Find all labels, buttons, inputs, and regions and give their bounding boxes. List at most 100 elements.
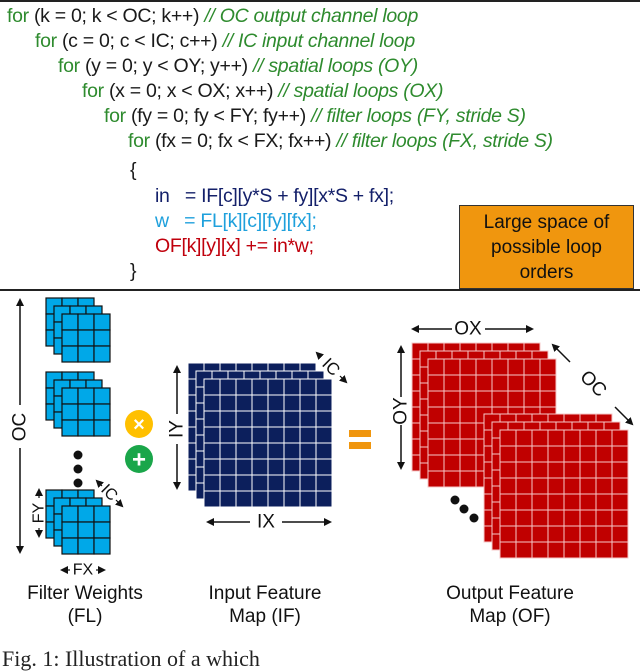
grid-cell (539, 358, 557, 376)
grid-cell (547, 461, 565, 479)
grid-cell (611, 461, 629, 479)
grid-cell (219, 378, 237, 396)
grid-cell (515, 477, 533, 495)
grid-cell (459, 438, 477, 456)
grid-cell (595, 461, 613, 479)
grid-cell (219, 442, 237, 460)
ix-dimension-arrow: IX (206, 512, 332, 533)
oy-label: OY (391, 397, 412, 425)
grid-cell (595, 429, 613, 447)
grid-layer (61, 505, 111, 555)
oc-dimension-arrow: OC (10, 298, 31, 554)
grid-cell (459, 374, 477, 392)
grid-cell (299, 474, 317, 492)
grid-cell (579, 445, 597, 463)
ix-label: IX (257, 512, 275, 533)
grid-cell (443, 422, 461, 440)
oy-dimension-arrow: OY (391, 345, 412, 470)
grid-cell (219, 426, 237, 444)
fx-dimension-arrow: FX (60, 562, 106, 579)
grid-cell (531, 445, 549, 463)
grid-cell (427, 406, 445, 424)
grid-cell (299, 442, 317, 460)
grid-cell (315, 426, 333, 444)
fx-label: FX (73, 562, 94, 579)
grid-cell (283, 378, 301, 396)
grid-cell (235, 490, 253, 508)
grid-cell (219, 490, 237, 508)
grid-cell (563, 477, 581, 495)
grid-cell (219, 394, 237, 412)
grid-cell (443, 438, 461, 456)
grid-cell (579, 429, 597, 447)
grid-cell (531, 509, 549, 527)
grid-cell (611, 525, 629, 543)
grid-cell (315, 442, 333, 460)
grid-cell (427, 422, 445, 440)
grid-cell (507, 374, 525, 392)
grid-cell (93, 419, 111, 437)
grid-cell (611, 541, 629, 559)
grid-cell (315, 410, 333, 428)
svg-text:+: + (132, 447, 146, 474)
grid-cell (251, 426, 269, 444)
ox-label: OX (454, 319, 482, 340)
grid-cell (531, 477, 549, 495)
grid-layer (499, 429, 629, 559)
grid-cell (299, 410, 317, 428)
grid-cell (611, 477, 629, 495)
grid-cell (563, 509, 581, 527)
grid-cell (539, 390, 557, 408)
grid-cell (499, 541, 517, 559)
output-oc-label: OC (575, 366, 610, 401)
grid-cell (267, 474, 285, 492)
grid-cell (203, 490, 221, 508)
dot (450, 495, 460, 505)
grid-cell (299, 378, 317, 396)
grid-cell (579, 477, 597, 495)
grid-cell (443, 374, 461, 392)
grid-cell (515, 493, 533, 511)
grid-cell (547, 493, 565, 511)
grid-cell (427, 470, 445, 488)
grid-cell (267, 442, 285, 460)
dot (73, 464, 83, 474)
grid-cell (427, 374, 445, 392)
grid-cell (523, 390, 541, 408)
grid-cell (459, 470, 477, 488)
grid-cell (267, 378, 285, 396)
grid-layer (61, 313, 111, 363)
grid-cell (267, 426, 285, 444)
grid-cell (299, 426, 317, 444)
filter-stack (45, 489, 111, 555)
grid-cell (315, 458, 333, 476)
grid-cell (251, 458, 269, 476)
oc-label: OC (10, 413, 31, 442)
grid-cell (93, 403, 111, 421)
grid-cell (515, 461, 533, 479)
grid-cell (267, 410, 285, 428)
grid-cell (563, 493, 581, 511)
grid-cell (563, 429, 581, 447)
filter-weights-label: Filter Weights (FL) (27, 583, 143, 627)
grid-cell (93, 329, 111, 347)
grid-cell (219, 410, 237, 428)
add-icon: + (125, 445, 153, 474)
grid-cell (77, 345, 95, 363)
filter-ellipsis (73, 450, 83, 488)
grid-cell (235, 394, 253, 412)
grid-cell (61, 521, 79, 539)
grid-cell (61, 403, 79, 421)
grid-cell (315, 394, 333, 412)
grid-cell (299, 490, 317, 508)
grid-cell (299, 394, 317, 412)
grid-cell (547, 541, 565, 559)
grid-cell (595, 525, 613, 543)
filter-stacks (45, 297, 111, 555)
grid-cell (427, 390, 445, 408)
grid-cell (499, 509, 517, 527)
grid-cell (61, 419, 79, 437)
figure-caption: Fig. 1: Illustration of a which (2, 646, 260, 671)
grid-cell (283, 410, 301, 428)
grid-cell (315, 490, 333, 508)
